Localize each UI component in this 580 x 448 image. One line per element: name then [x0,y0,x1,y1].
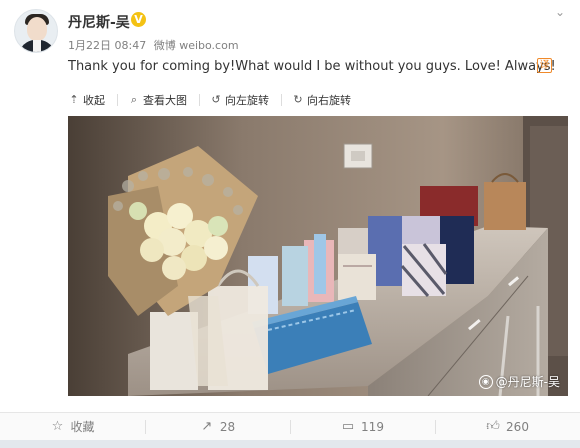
post-source[interactable]: 微博 weibo.com [154,39,239,52]
view-large-button[interactable]: ⌕ 查看大图 [128,92,187,108]
page-bottom-strip [0,440,580,448]
chevron-down-icon[interactable]: ⌄ [553,5,567,19]
rotate-left-button[interactable]: ↺ 向左旋转 [210,92,269,108]
avatar[interactable] [14,9,58,53]
weibo-logo-icon: ◉ [478,374,493,389]
like-button[interactable]: 👍︎ 260 [435,413,580,440]
star-icon: ☆ [51,418,64,434]
post-photo[interactable]: ◉ @丹尼斯-吴 [68,116,568,396]
post-text: Thank you for coming by!What would I be … [68,59,556,74]
photo-watermark: ◉ @丹尼斯-吴 [478,373,560,390]
post-actions: ☆ 收藏 ↗ 28 ▭ 119 👍︎ 260 [0,413,580,440]
post-meta: 1月22日 08:47 微博 weibo.com [68,37,243,53]
divider [117,94,118,106]
post-date[interactable]: 1月22日 08:47 [68,39,146,52]
weibo-post: 丹尼斯-吴 V ⌄ 1月22日 08:47 微博 weibo.com Thank… [0,0,580,412]
divider [281,94,282,106]
divider [199,94,200,106]
rotate-left-icon: ↺ [211,93,221,106]
collapse-button[interactable]: ⇡ 收起 [68,92,105,108]
comment-icon: ▭ [341,418,355,434]
favorite-button[interactable]: ☆ 收藏 [0,413,145,440]
comment-button[interactable]: ▭ 119 [290,413,435,440]
rotate-right-button[interactable]: ↻ 向右旋转 [292,92,351,108]
collapse-icon: ⇡ [69,93,79,106]
rotate-right-icon: ↻ [293,93,303,106]
repost-icon: ↗ [201,418,213,434]
username[interactable]: 丹尼斯-吴 [68,12,130,32]
verified-badge-icon: V [131,12,146,27]
translate-button[interactable]: 译 [537,58,552,73]
repost-button[interactable]: ↗ 28 [145,413,290,440]
magnifier-icon: ⌕ [130,93,138,106]
media-toolbar: ⇡ 收起 ⌕ 查看大图 ↺ 向左旋转 ↻ 向右旋转 [68,90,363,110]
photo-image [68,116,568,396]
thumbs-up-icon: 👍︎ [486,418,500,434]
